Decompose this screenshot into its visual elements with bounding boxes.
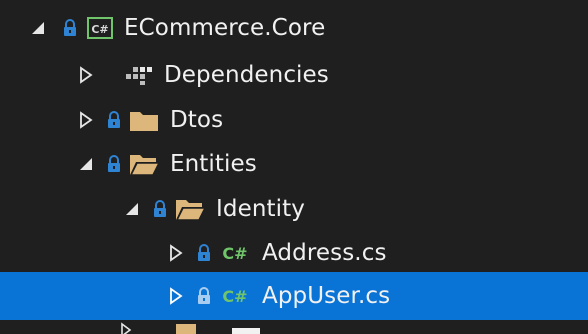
lock-icon (106, 154, 122, 174)
lock-icon (152, 199, 168, 219)
tree-item-label: Entities (170, 151, 257, 177)
lock-icon (62, 18, 78, 38)
expanded-arrow-icon[interactable] (120, 197, 144, 221)
svg-text:C#: C# (91, 23, 108, 36)
folder-open-icon (174, 196, 206, 222)
collapsed-arrow-icon[interactable] (74, 108, 98, 132)
tree-item-label: Dependencies (164, 62, 329, 88)
tree-item-entities[interactable]: Entities (0, 140, 588, 188)
collapsed-arrow-icon[interactable] (164, 241, 188, 265)
tree-item-label: Address.cs (262, 240, 387, 266)
lock-icon (196, 243, 212, 263)
folder-icon (128, 107, 160, 133)
collapsed-arrow-icon[interactable] (74, 63, 98, 87)
tree-item-label: AppUser.cs (262, 283, 391, 309)
tree-item-address-cs[interactable]: C# Address.cs (0, 229, 588, 277)
expanded-arrow-icon[interactable] (26, 16, 50, 40)
collapsed-arrow-icon[interactable] (164, 284, 188, 308)
tree-item-dtos[interactable]: Dtos (0, 96, 588, 144)
lock-icon (106, 110, 122, 130)
expanded-arrow-icon[interactable] (74, 152, 98, 176)
csharp-file-icon: C# (222, 286, 248, 306)
folder-open-icon (128, 151, 160, 177)
tree-item-partial (0, 318, 588, 334)
tree-item-label: ECommerce.Core (124, 15, 326, 41)
tree-item-appuser-cs[interactable]: C# AppUser.cs (0, 272, 588, 320)
tree-item-identity[interactable]: Identity (0, 185, 588, 233)
tree-item-dependencies[interactable]: Dependencies (0, 51, 588, 99)
lock-icon (196, 286, 212, 306)
solution-explorer-tree: C# ECommerce.Core Dependencies Dtos Enti… (0, 0, 588, 334)
tree-item-label: Dtos (170, 107, 224, 133)
csharp-file-icon: C# (222, 243, 248, 263)
tree-item-label: Identity (216, 196, 305, 222)
dependencies-icon (124, 63, 154, 87)
tree-item-ecommerce-core[interactable]: C# ECommerce.Core (0, 4, 588, 52)
csharp-project-icon: C# (86, 16, 114, 40)
